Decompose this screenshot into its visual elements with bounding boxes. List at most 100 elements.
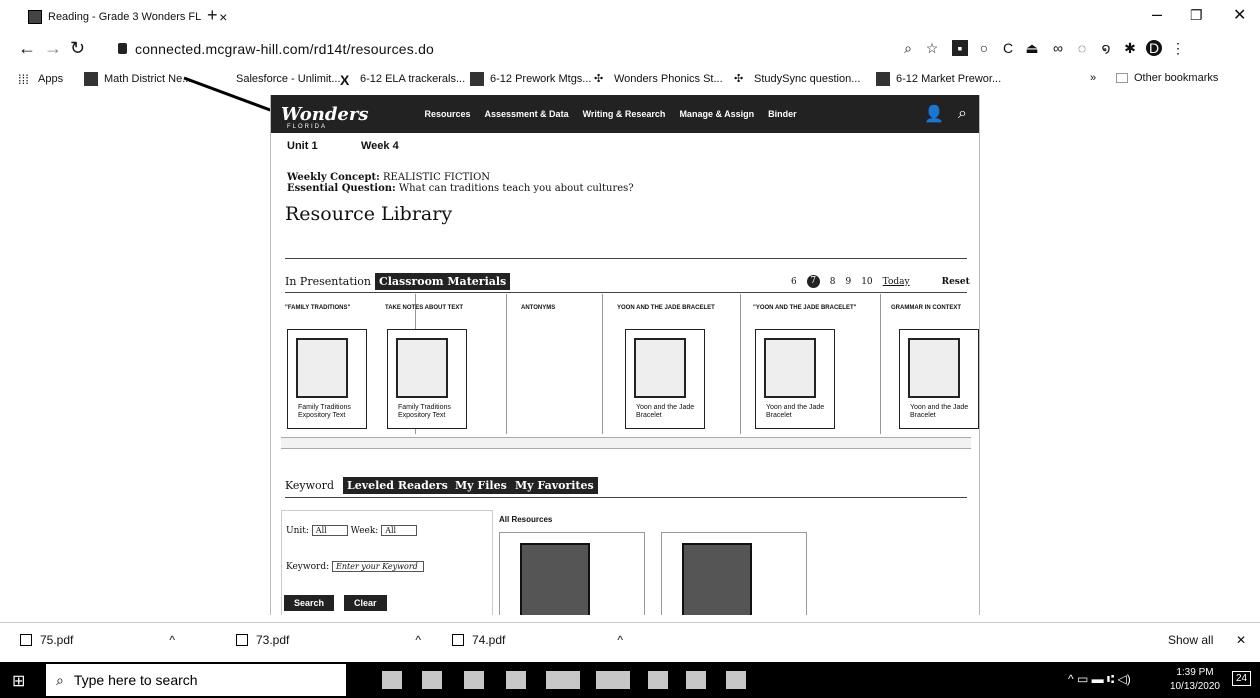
close-downloads-icon[interactable]: ✕ xyxy=(1236,633,1246,647)
essential-question-label: Essential Question: xyxy=(287,183,396,194)
extension-c-icon[interactable]: C xyxy=(1000,40,1016,56)
keyword-input[interactable]: Enter your Keyword xyxy=(332,561,424,572)
page-9[interactable]: 9 xyxy=(845,277,851,287)
search-button[interactable]: Search xyxy=(284,595,335,611)
reload-icon[interactable]: ↻ xyxy=(70,38,85,59)
card-thumbnail[interactable]: Yoon and the Jade Bracelet xyxy=(755,329,835,429)
page-6[interactable]: 6 xyxy=(791,277,797,287)
app-icon[interactable] xyxy=(648,671,668,689)
chevron-up-icon[interactable]: ^ xyxy=(415,633,421,647)
page-8[interactable]: 8 xyxy=(830,277,836,287)
browser-menu-icon[interactable]: ⋮ xyxy=(1170,40,1186,56)
tab-in-presentation[interactable]: In Presentation xyxy=(285,275,371,288)
bookmark-ela-tracker[interactable]: X 6-12 ELA trackerals... xyxy=(340,72,465,88)
app-icon[interactable] xyxy=(596,671,630,689)
windows-taskbar: ⊞ ⌕ Type here to search ^ ▭ ▬ ⑆ ◁) 1:39 … xyxy=(0,662,1260,698)
forward-icon[interactable]: → xyxy=(44,38,62,59)
extensions-puzzle-icon[interactable]: ✱ xyxy=(1122,40,1138,56)
page-10[interactable]: 10 xyxy=(861,277,872,287)
app-icon[interactable] xyxy=(686,671,706,689)
tab-classroom-materials[interactable]: Classroom Materials xyxy=(375,273,511,290)
search-icon[interactable]: ⌕ xyxy=(958,105,967,123)
windows-start-icon[interactable]: ⊞ xyxy=(12,671,25,691)
today-link[interactable]: Today xyxy=(883,277,910,287)
unit-filter-select[interactable]: All xyxy=(311,525,348,536)
new-tab-button[interactable]: + xyxy=(207,5,218,26)
task-view-icon[interactable] xyxy=(382,671,402,689)
extension-circle-icon[interactable]: ○ xyxy=(976,40,992,56)
nav-resources[interactable]: Resources xyxy=(425,109,471,119)
bookmarks-overflow-button[interactable]: » xyxy=(1090,72,1096,84)
download-item[interactable]: 73.pdf ^ xyxy=(236,633,421,647)
show-all-button[interactable]: Show all xyxy=(1168,633,1213,647)
extension-swirl-icon[interactable]: ໑ xyxy=(1098,40,1114,56)
card-caption: Yoon and the Jade Bracelet xyxy=(910,404,969,419)
nav-manage[interactable]: Manage & Assign xyxy=(679,109,754,119)
tab-leveled-readers[interactable]: Leveled Readers xyxy=(343,477,452,494)
reset-link[interactable]: Reset xyxy=(942,277,970,287)
weekly-concept-value: REALISTIC FICTION xyxy=(383,172,491,183)
bookmark-market-prework[interactable]: 6-12 Market Prewor... xyxy=(876,72,1001,86)
profile-avatar-icon[interactable]: D xyxy=(1146,40,1162,56)
download-item[interactable]: 74.pdf ^ xyxy=(452,633,623,647)
resource-tile[interactable] xyxy=(499,532,645,615)
browser-tab[interactable]: Reading - Grade 3 Wonders FL × xyxy=(28,6,227,28)
browser-tab-bar: Reading - Grade 3 Wonders FL × + – ❐ ✕ xyxy=(0,0,1260,32)
system-tray-icons[interactable]: ^ ▭ ▬ ⑆ ◁) xyxy=(1068,672,1131,686)
tab-my-favorites[interactable]: My Favorites xyxy=(511,477,598,494)
bookmark-star-icon[interactable]: ☆ xyxy=(924,40,940,56)
unit-selector[interactable]: Unit 1 xyxy=(287,140,318,152)
clear-button[interactable]: Clear xyxy=(344,595,387,611)
nav-assessment[interactable]: Assessment & Data xyxy=(485,109,569,119)
app-icon[interactable] xyxy=(506,671,526,689)
extension-shield-icon[interactable]: ◌ xyxy=(1074,40,1090,56)
bookmark-studysync[interactable]: ✣ StudySync question... xyxy=(734,72,860,86)
chevron-up-icon[interactable]: ^ xyxy=(617,633,623,647)
extension-link-icon[interactable]: ∞ xyxy=(1050,40,1066,56)
week-selector[interactable]: Week 4 xyxy=(361,140,399,152)
horizontal-scrollbar[interactable] xyxy=(281,437,971,449)
tab-my-files[interactable]: My Files xyxy=(451,477,511,494)
resource-card[interactable]: YOON AND THE JADE BRACELET Yoon and the … xyxy=(603,294,741,434)
page-7-current[interactable]: 7 xyxy=(806,275,820,288)
tab-keyword[interactable]: Keyword xyxy=(285,479,334,492)
extension-icon[interactable]: ▪ xyxy=(952,40,968,56)
resource-card[interactable]: "YOON AND THE JADE BRACELET" Yoon and th… xyxy=(741,294,881,434)
card-thumbnail[interactable]: Yoon and the Jade Bracelet xyxy=(625,329,705,429)
bookmark-apps[interactable]: ⁞⁞⁞ Apps xyxy=(18,72,63,87)
user-icon[interactable]: 👤 xyxy=(924,104,944,124)
week-filter-select[interactable]: All xyxy=(381,525,418,536)
tab-close-icon[interactable]: × xyxy=(219,9,227,25)
bookmark-wonders-phonics[interactable]: ✣ Wonders Phonics St... xyxy=(594,72,723,86)
extension-eject-icon[interactable]: ⏏ xyxy=(1024,40,1040,56)
card-thumbnail[interactable]: Family Traditions Expository Text xyxy=(387,329,467,429)
other-bookmarks[interactable]: Other bookmarks xyxy=(1116,72,1218,84)
back-icon[interactable]: ← xyxy=(18,38,36,59)
nav-writing[interactable]: Writing & Research xyxy=(583,109,666,119)
card-caption: Family Traditions Expository Text xyxy=(298,404,351,419)
resource-card[interactable]: ANTONYMS xyxy=(507,294,603,434)
file-explorer-icon[interactable] xyxy=(464,671,484,689)
nav-binder[interactable]: Binder xyxy=(768,109,797,119)
chevron-up-icon[interactable]: ^ xyxy=(169,633,175,647)
restore-button[interactable]: ❐ xyxy=(1190,7,1203,24)
minimize-button[interactable]: – xyxy=(1152,4,1162,25)
bookmark-prework-mtgs[interactable]: 6-12 Prework Mtgs... xyxy=(470,72,591,86)
notification-icon[interactable]: 24 xyxy=(1232,671,1252,686)
url-field[interactable]: connected.mcgraw-hill.com/rd14t/resource… xyxy=(135,41,434,57)
pen-app-icon[interactable] xyxy=(422,671,442,689)
close-window-button[interactable]: ✕ xyxy=(1233,5,1246,25)
wonders-logo[interactable]: Wonders xyxy=(281,104,369,125)
taskbar-search[interactable]: ⌕ Type here to search xyxy=(46,664,346,696)
card-thumbnail[interactable]: Yoon and the Jade Bracelet xyxy=(899,329,979,429)
app-icon[interactable] xyxy=(726,671,746,689)
clock[interactable]: 1:39 PM 10/13/2020 xyxy=(1170,666,1220,694)
resource-card[interactable]: GRAMMAR IN CONTEXT Yoon and the Jade Bra… xyxy=(881,294,979,434)
zoom-search-icon[interactable]: ⌕ xyxy=(900,40,916,56)
chrome-app-icon[interactable] xyxy=(546,671,580,689)
bookmark-math-district[interactable]: Math District Ne... xyxy=(84,72,191,86)
card-thumbnail[interactable]: Family Traditions Expository Text xyxy=(287,329,367,429)
resource-card[interactable]: TAKE NOTES ABOUT TEXT Family Traditions … xyxy=(371,294,507,434)
resource-tile[interactable] xyxy=(661,532,807,615)
download-item[interactable]: 75.pdf ^ xyxy=(20,633,175,647)
